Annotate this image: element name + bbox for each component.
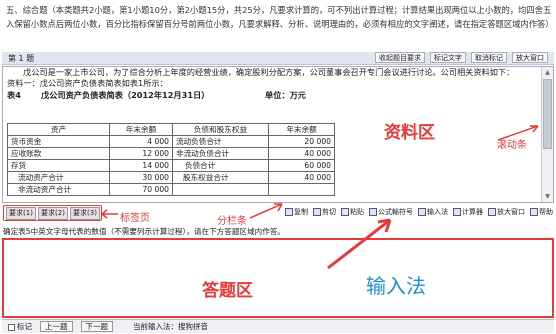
mark-label: 标记 (17, 322, 32, 331)
answer-prompt: 确定表5中英文字母代表的数值（不需要列示计算过程），请在下方答题区域内作答。 (3, 227, 285, 236)
table-cell: 负债合计 (172, 159, 269, 172)
table-cell: 股东权益合计 (172, 171, 269, 184)
scrollbar-arrow (497, 125, 539, 141)
next-question-button[interactable]: 下一题 (80, 321, 113, 332)
table-header: 负债和股东权益 (172, 123, 269, 136)
table-header: 资产 (7, 123, 110, 136)
mark-text-button[interactable]: 标记文字 (430, 52, 466, 63)
copy-label: 复制 (294, 208, 308, 216)
help-button[interactable]: 帮助 (530, 207, 553, 217)
material-para-2: 资料一：戊公司资产负债表简表如表1所示： (7, 78, 168, 88)
keyboard-icon (418, 208, 426, 216)
checkbox-icon (8, 323, 15, 331)
table-unit: 单位：万元 (265, 90, 306, 100)
material-content: 戊公司是一家上市公司，为了综合分析上年度的经营业绩，确定股利分配方案，公司董事会… (7, 67, 537, 101)
material-para-1: 戊公司是一家上市公司，为了综合分析上年度的经营业绩，确定股利分配方案，公司董事会… (23, 67, 515, 77)
table-heading: 表4 戊公司资产负债表简表（2012年12月31日） 单位：万元 (7, 89, 537, 101)
table-cell: 30 000 (109, 171, 173, 184)
tab-requirement-3[interactable]: 要求(3) (70, 207, 100, 220)
table-row: 货币资金 4 000 流动负债合计 20 000 (7, 135, 335, 148)
enlarge-label: 放大窗口 (497, 208, 525, 216)
splitter-arrow (249, 203, 283, 219)
material-area-annotation: 资料区 (384, 123, 435, 143)
scroll-up-icon[interactable]: ▲ (543, 68, 552, 77)
mark-checkbox[interactable]: 标记 (8, 321, 32, 332)
table-title: 戊公司资产负债表简表（2012年12月31日） (41, 90, 210, 100)
ime-arrow (327, 218, 392, 270)
splitter-annotation: 分栏条 (217, 216, 247, 227)
table-cell: 流动负债合计 (172, 135, 269, 148)
table-cell: 货币资金 (7, 135, 110, 148)
calculator-button[interactable]: 计算器 (453, 207, 483, 217)
table-row: 非流动资产合计 70 000 (7, 183, 335, 196)
window-icon (488, 208, 496, 216)
table-cell (268, 183, 335, 196)
ime-label: 输入法 (427, 208, 448, 216)
question-toolbar: 第 1 题 收起题目要求 标记文字 取消标记 放大窗口 (2, 52, 554, 65)
tab-requirement-2[interactable]: 要求(2) (38, 207, 68, 220)
table-cell: 流动资产合计 (7, 171, 110, 184)
status-bar: 标记 上一题 下一题 当前输入法：搜狗拼音 (2, 319, 554, 333)
tabs-annotation: 标签页 (120, 213, 150, 224)
table-cell: 60 000 (268, 159, 335, 172)
ime-annotation: 输入法 (366, 274, 426, 298)
tab-requirement-1[interactable]: 要求(1) (6, 207, 36, 220)
calculator-label: 计算器 (462, 208, 483, 216)
table-cell: 12 000 (109, 147, 173, 160)
tabs-arrow (101, 209, 118, 219)
table-cell: 4 000 (109, 135, 173, 148)
table-cell: 存货 (7, 159, 110, 172)
prev-question-button[interactable]: 上一题 (40, 321, 73, 332)
scroll-down-icon[interactable]: ▼ (543, 192, 552, 201)
enlarge-window-button[interactable]: 放大窗口 (512, 52, 548, 63)
question-title: 第 1 题 (8, 54, 35, 63)
table-row: 流动资产合计 30 000 股东权益合计 40 000 (7, 171, 335, 184)
table-header: 年末余额 (268, 123, 335, 136)
copy-button[interactable]: 复制 (285, 207, 308, 217)
table-cell: 应收账款 (7, 147, 110, 160)
help-icon (530, 208, 538, 216)
section-instructions: 五、综合题（本类题共2小题，第1小题10分，第2小题15分，共25分，凡要求计算… (6, 5, 554, 29)
table-cell: 70 000 (109, 183, 173, 196)
table-header-row: 资产 年末余额 负债和股东权益 年末余额 (7, 123, 335, 136)
table-cell: 非流动负债合计 (172, 147, 269, 160)
balance-sheet-table: 资产 年末余额 负债和股东权益 年末余额 货币资金 4 000 流动负债合计 2… (7, 123, 335, 196)
table-row: 存货 14 000 负债合计 60 000 (7, 159, 335, 172)
table-cell: 14 000 (109, 159, 173, 172)
enlarge-answer-button[interactable]: 放大窗口 (488, 207, 525, 217)
table-row: 应收账款 12 000 非流动负债合计 40 000 (7, 147, 335, 160)
table-cell: 40 000 (268, 147, 335, 160)
answer-area-annotation: 答题区 (202, 281, 253, 301)
current-ime-label: 当前输入法：搜狗拼音 (133, 322, 208, 331)
calculator-icon (453, 208, 461, 216)
table-cell: 20 000 (268, 135, 335, 148)
table-cell (172, 183, 269, 196)
help-label: 帮助 (539, 208, 553, 216)
table-cell: 非流动资产合计 (7, 183, 110, 196)
table-header: 年末余额 (109, 123, 173, 136)
collapse-requirements-button[interactable]: 收起题目要求 (375, 52, 425, 63)
answer-area[interactable] (2, 238, 554, 318)
ime-button[interactable]: 输入法 (418, 207, 448, 217)
table-label: 表4 (7, 90, 21, 100)
table-cell: 40 000 (268, 171, 335, 184)
unmark-button[interactable]: 取消标记 (471, 52, 507, 63)
